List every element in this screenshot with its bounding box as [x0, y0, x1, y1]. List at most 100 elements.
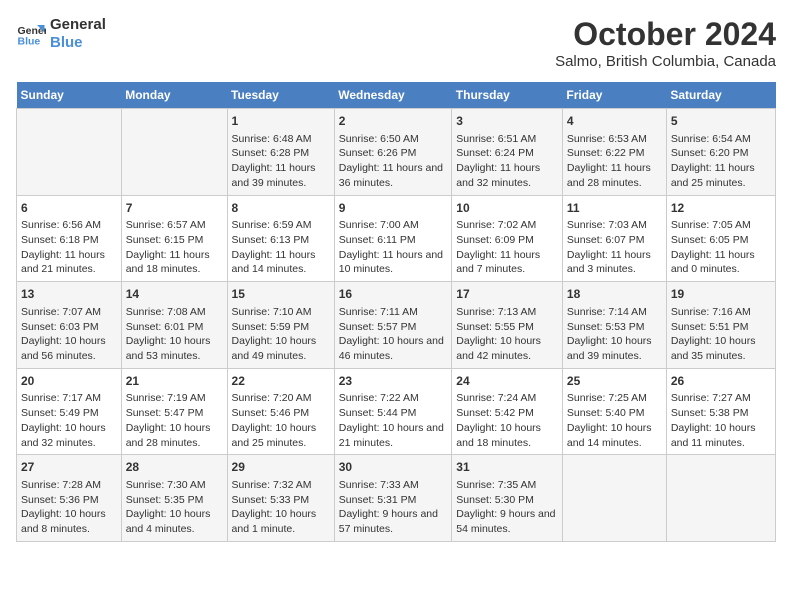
day-info-line: Sunrise: 7:03 AM — [567, 219, 647, 231]
day-info-line: Daylight: 10 hours and 25 minutes. — [232, 422, 317, 449]
day-info: Sunrise: 7:03 AMSunset: 6:07 PMDaylight:… — [567, 218, 662, 277]
calendar-cell: 8Sunrise: 6:59 AMSunset: 6:13 PMDaylight… — [227, 195, 334, 282]
calendar-table: SundayMondayTuesdayWednesdayThursdayFrid… — [16, 82, 776, 542]
day-number: 15 — [232, 286, 330, 303]
calendar-cell: 9Sunrise: 7:00 AMSunset: 6:11 PMDaylight… — [334, 195, 452, 282]
day-info-line: Daylight: 10 hours and 1 minute. — [232, 508, 317, 535]
day-info-line: Daylight: 11 hours and 0 minutes. — [671, 249, 755, 276]
day-number: 5 — [671, 113, 771, 130]
day-info-line: Daylight: 10 hours and 53 minutes. — [126, 335, 211, 362]
calendar-cell: 23Sunrise: 7:22 AMSunset: 5:44 PMDayligh… — [334, 368, 452, 455]
day-info-line: Daylight: 10 hours and 42 minutes. — [456, 335, 541, 362]
header-thursday: Thursday — [452, 82, 563, 109]
calendar-title: October 2024 — [555, 16, 776, 53]
day-number: 31 — [456, 459, 558, 476]
calendar-week-row: 13Sunrise: 7:07 AMSunset: 6:03 PMDayligh… — [17, 282, 776, 369]
header-sunday: Sunday — [17, 82, 122, 109]
day-number: 24 — [456, 373, 558, 390]
day-info-line: Sunset: 5:42 PM — [456, 407, 534, 419]
day-number: 25 — [567, 373, 662, 390]
day-info-line: Daylight: 10 hours and 46 minutes. — [339, 335, 444, 362]
calendar-week-row: 6Sunrise: 6:56 AMSunset: 6:18 PMDaylight… — [17, 195, 776, 282]
day-info-line: Sunrise: 6:53 AM — [567, 133, 647, 145]
calendar-cell: 7Sunrise: 6:57 AMSunset: 6:15 PMDaylight… — [121, 195, 227, 282]
day-number: 27 — [21, 459, 117, 476]
day-info-line: Sunset: 5:55 PM — [456, 321, 534, 333]
day-number: 8 — [232, 200, 330, 217]
day-info-line: Sunset: 6:03 PM — [21, 321, 99, 333]
day-info: Sunrise: 7:07 AMSunset: 6:03 PMDaylight:… — [21, 305, 117, 364]
day-info-line: Daylight: 10 hours and 18 minutes. — [456, 422, 541, 449]
day-number: 20 — [21, 373, 117, 390]
day-info-line: Daylight: 11 hours and 10 minutes. — [339, 249, 443, 276]
day-info: Sunrise: 7:20 AMSunset: 5:46 PMDaylight:… — [232, 391, 330, 450]
day-info-line: Sunset: 5:57 PM — [339, 321, 417, 333]
day-info-line: Daylight: 10 hours and 35 minutes. — [671, 335, 756, 362]
day-info: Sunrise: 6:48 AMSunset: 6:28 PMDaylight:… — [232, 132, 330, 191]
calendar-cell: 21Sunrise: 7:19 AMSunset: 5:47 PMDayligh… — [121, 368, 227, 455]
calendar-cell: 3 Sunrise: 6:51 AMSunset: 6:24 PMDaylight… — [452, 109, 563, 196]
day-info-line: Sunrise: 6:48 AM — [232, 133, 312, 145]
day-info-line: Sunrise: 7:00 AM — [339, 219, 419, 231]
day-info: Sunrise: 6:51 AMSunset: 6:24 PMDaylight:… — [456, 132, 558, 191]
calendar-cell: 2Sunrise: 6:50 AMSunset: 6:26 PMDaylight… — [334, 109, 452, 196]
calendar-cell: 29Sunrise: 7:32 AMSunset: 5:33 PMDayligh… — [227, 455, 334, 542]
day-number: 26 — [671, 373, 771, 390]
day-info-line: Sunrise: 6:51 AM — [456, 133, 536, 145]
day-info-line: Daylight: 10 hours and 32 minutes. — [21, 422, 106, 449]
day-number: 7 — [126, 200, 223, 217]
day-info-line: Daylight: 11 hours and 21 minutes. — [21, 249, 105, 276]
day-info: Sunrise: 7:32 AMSunset: 5:33 PMDaylight:… — [232, 478, 330, 537]
day-info: Sunrise: 7:28 AMSunset: 5:36 PMDaylight:… — [21, 478, 117, 537]
header-monday: Monday — [121, 82, 227, 109]
day-info-line: Daylight: 9 hours and 57 minutes. — [339, 508, 438, 535]
day-info-line: Sunrise: 7:24 AM — [456, 392, 536, 404]
day-info-line: Daylight: 11 hours and 3 minutes. — [567, 249, 651, 276]
day-info-line: Sunset: 5:51 PM — [671, 321, 749, 333]
day-info-line: Sunrise: 7:25 AM — [567, 392, 647, 404]
day-info: Sunrise: 7:11 AM Sunset: 5:57 PM Daylight:… — [339, 305, 448, 364]
header-wednesday: Wednesday — [334, 82, 452, 109]
day-number: 30 — [339, 459, 448, 476]
day-info-line: Sunrise: 7:33 AM — [339, 479, 419, 491]
day-info-line: Daylight: 11 hours and 36 minutes. — [339, 162, 443, 189]
calendar-cell — [562, 455, 666, 542]
day-info: Sunrise: 7:35 AMSunset: 5:30 PMDaylight:… — [456, 478, 558, 537]
day-number: 10 — [456, 200, 558, 217]
calendar-header-row: SundayMondayTuesdayWednesdayThursdayFrid… — [17, 82, 776, 109]
day-info-line: Daylight: 11 hours and 7 minutes. — [456, 249, 540, 276]
calendar-week-row: 1Sunrise: 6:48 AMSunset: 6:28 PMDaylight… — [17, 109, 776, 196]
day-info: Sunrise: 6:53 AMSunset: 6:22 PMDaylight:… — [567, 132, 662, 191]
day-info-line: Sunset: 5:49 PM — [21, 407, 99, 419]
day-info-line: Sunset: 6:13 PM — [232, 234, 310, 246]
day-info-line: Sunrise: 7:11 AM — [339, 306, 418, 318]
day-number: 3 — [456, 113, 558, 130]
calendar-cell: 22Sunrise: 7:20 AMSunset: 5:46 PMDayligh… — [227, 368, 334, 455]
day-info-line: Daylight: 11 hours and 14 minutes. — [232, 249, 316, 276]
calendar-cell — [666, 455, 775, 542]
calendar-cell: 26Sunrise: 7:27 AMSunset: 5:38 PMDayligh… — [666, 368, 775, 455]
calendar-cell: 16Sunrise: 7:11 AMSunset: 5:57 PMDayligh… — [334, 282, 452, 369]
day-info-line: Sunset: 5:30 PM — [456, 494, 534, 506]
logo-text-blue: Blue — [50, 34, 106, 52]
day-info-line: Sunrise: 7:14 AM — [567, 306, 647, 318]
svg-text:Blue: Blue — [18, 36, 41, 48]
header-tuesday: Tuesday — [227, 82, 334, 109]
day-info-line: Daylight: 10 hours and 39 minutes. — [567, 335, 652, 362]
day-info-line: Sunrise: 7:10 AM — [232, 306, 312, 318]
day-info-line: Sunset: 5:36 PM — [21, 494, 99, 506]
day-number: 28 — [126, 459, 223, 476]
day-info-line: Daylight: 11 hours and 25 minutes. — [671, 162, 755, 189]
day-info-line: Sunset: 5:31 PM — [339, 494, 417, 506]
calendar-cell: 28Sunrise: 7:30 AMSunset: 5:35 PMDayligh… — [121, 455, 227, 542]
day-info-line: Sunset: 5:38 PM — [671, 407, 749, 419]
day-info-line: Daylight: 11 hours and 32 minutes. — [456, 162, 540, 189]
day-info-line: Daylight: 10 hours and 56 minutes. — [21, 335, 106, 362]
calendar-cell — [17, 109, 122, 196]
day-number: 11 — [567, 200, 662, 217]
day-info-line: Sunrise: 7:13 AM — [456, 306, 536, 318]
day-info-line: Sunset: 6:11 PM — [339, 234, 416, 246]
day-info-line: Sunset: 6:22 PM — [567, 147, 645, 159]
calendar-cell: 4Sunrise: 6:53 AMSunset: 6:22 PMDaylight… — [562, 109, 666, 196]
logo: General Blue General Blue — [16, 16, 106, 52]
